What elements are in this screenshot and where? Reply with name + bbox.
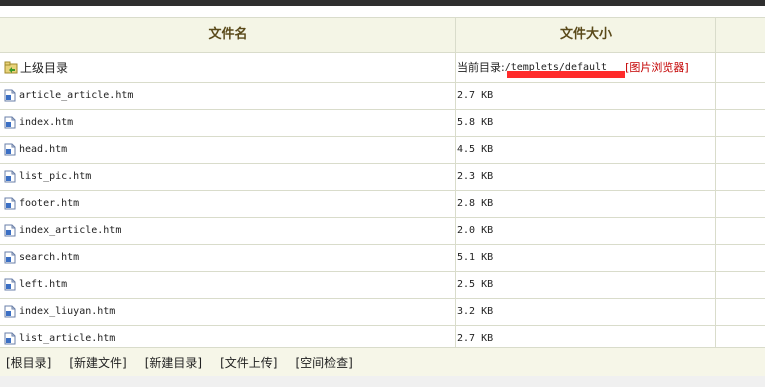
footer-toolbar: [根目录] [新建文件] [新建目录] [文件上传] [空间检查] xyxy=(0,347,765,376)
space-check-link[interactable]: [空间检查] xyxy=(296,354,353,371)
file-name-cell[interactable]: index_article.htm xyxy=(4,217,121,244)
file-icon xyxy=(4,251,16,264)
row-divider xyxy=(0,17,765,18)
table-row: footer.htm 2.8 KB xyxy=(0,190,765,217)
file-size: 4.5 KB xyxy=(457,144,494,155)
row-divider xyxy=(0,136,765,137)
file-size: 2.8 KB xyxy=(457,198,494,209)
highlight-mark xyxy=(507,71,625,78)
file-name-cell[interactable]: search.htm xyxy=(4,244,79,271)
file-name[interactable]: index.htm xyxy=(19,117,73,128)
bottom-strip xyxy=(0,376,765,387)
file-name[interactable]: list_article.htm xyxy=(19,333,115,344)
row-divider xyxy=(0,244,765,245)
table-row: index_liuyan.htm 3.2 KB xyxy=(0,298,765,325)
row-divider xyxy=(0,190,765,191)
file-size: 2.3 KB xyxy=(457,171,494,182)
row-divider xyxy=(0,271,765,272)
row-divider xyxy=(0,217,765,218)
folder-up-icon xyxy=(4,61,18,74)
file-name[interactable]: footer.htm xyxy=(19,198,79,209)
file-icon xyxy=(4,224,16,237)
image-browser-link[interactable]: [图片浏览器] xyxy=(625,59,689,75)
file-name[interactable]: article_article.htm xyxy=(19,90,133,101)
table-row: search.htm 5.1 KB xyxy=(0,244,765,271)
file-icon xyxy=(4,143,16,156)
parent-dir-label: 上级目录 xyxy=(20,60,69,75)
file-size: 5.1 KB xyxy=(457,252,494,263)
file-icon xyxy=(4,116,16,129)
table-row: list_pic.htm 2.3 KB xyxy=(0,163,765,190)
file-size: 2.0 KB xyxy=(457,225,494,236)
current-dir-label: 当前目录: xyxy=(457,61,505,74)
file-name-cell[interactable]: index.htm xyxy=(4,109,73,136)
file-icon xyxy=(4,170,16,183)
file-size: 2.5 KB xyxy=(457,279,494,290)
row-divider xyxy=(0,163,765,164)
column-header-filename[interactable]: 文件名 xyxy=(0,17,456,52)
table-row: left.htm 2.5 KB xyxy=(0,271,765,298)
file-size: 3.2 KB xyxy=(457,306,494,317)
file-icon xyxy=(4,197,16,210)
file-size: 5.8 KB xyxy=(457,117,494,128)
file-name[interactable]: left.htm xyxy=(19,279,67,290)
file-name-cell[interactable]: article_article.htm xyxy=(4,82,133,109)
table-row: index_article.htm 2.0 KB xyxy=(0,217,765,244)
new-file-link[interactable]: [新建文件] xyxy=(69,354,126,371)
file-icon xyxy=(4,332,16,345)
file-name-cell[interactable]: left.htm xyxy=(4,271,67,298)
file-name-cell[interactable]: head.htm xyxy=(4,136,67,163)
table-row: article_article.htm 2.7 KB xyxy=(0,82,765,109)
row-divider xyxy=(0,325,765,326)
row-divider xyxy=(0,52,765,53)
row-divider xyxy=(0,109,765,110)
file-table: 文件名 文件大小 上级目录 当前目录: /templets/default [图… xyxy=(0,6,765,353)
column-header-filesize[interactable]: 文件大小 xyxy=(456,17,716,52)
file-name[interactable]: head.htm xyxy=(19,144,67,155)
file-name[interactable]: list_pic.htm xyxy=(19,171,91,182)
table-row: index.htm 5.8 KB xyxy=(0,109,765,136)
file-size: 2.7 KB xyxy=(457,90,494,101)
file-name[interactable]: index_article.htm xyxy=(19,225,121,236)
parent-dir-row: 上级目录 当前目录: /templets/default [图片浏览器] xyxy=(0,52,765,82)
file-icon xyxy=(4,89,16,102)
file-name[interactable]: search.htm xyxy=(19,252,79,263)
new-dir-link[interactable]: [新建目录] xyxy=(145,354,202,371)
file-icon xyxy=(4,278,16,291)
file-name-cell[interactable]: footer.htm xyxy=(4,190,79,217)
file-name[interactable]: index_liuyan.htm xyxy=(19,306,115,317)
row-divider xyxy=(0,298,765,299)
upload-file-link[interactable]: [文件上传] xyxy=(220,354,277,371)
file-icon xyxy=(4,305,16,318)
file-name-cell[interactable]: index_liuyan.htm xyxy=(4,298,115,325)
file-name-cell[interactable]: list_pic.htm xyxy=(4,163,91,190)
table-row: head.htm 4.5 KB xyxy=(0,136,765,163)
row-divider xyxy=(0,82,765,83)
root-dir-link[interactable]: [根目录] xyxy=(6,354,51,371)
parent-dir-link[interactable]: 上级目录 xyxy=(4,52,68,82)
